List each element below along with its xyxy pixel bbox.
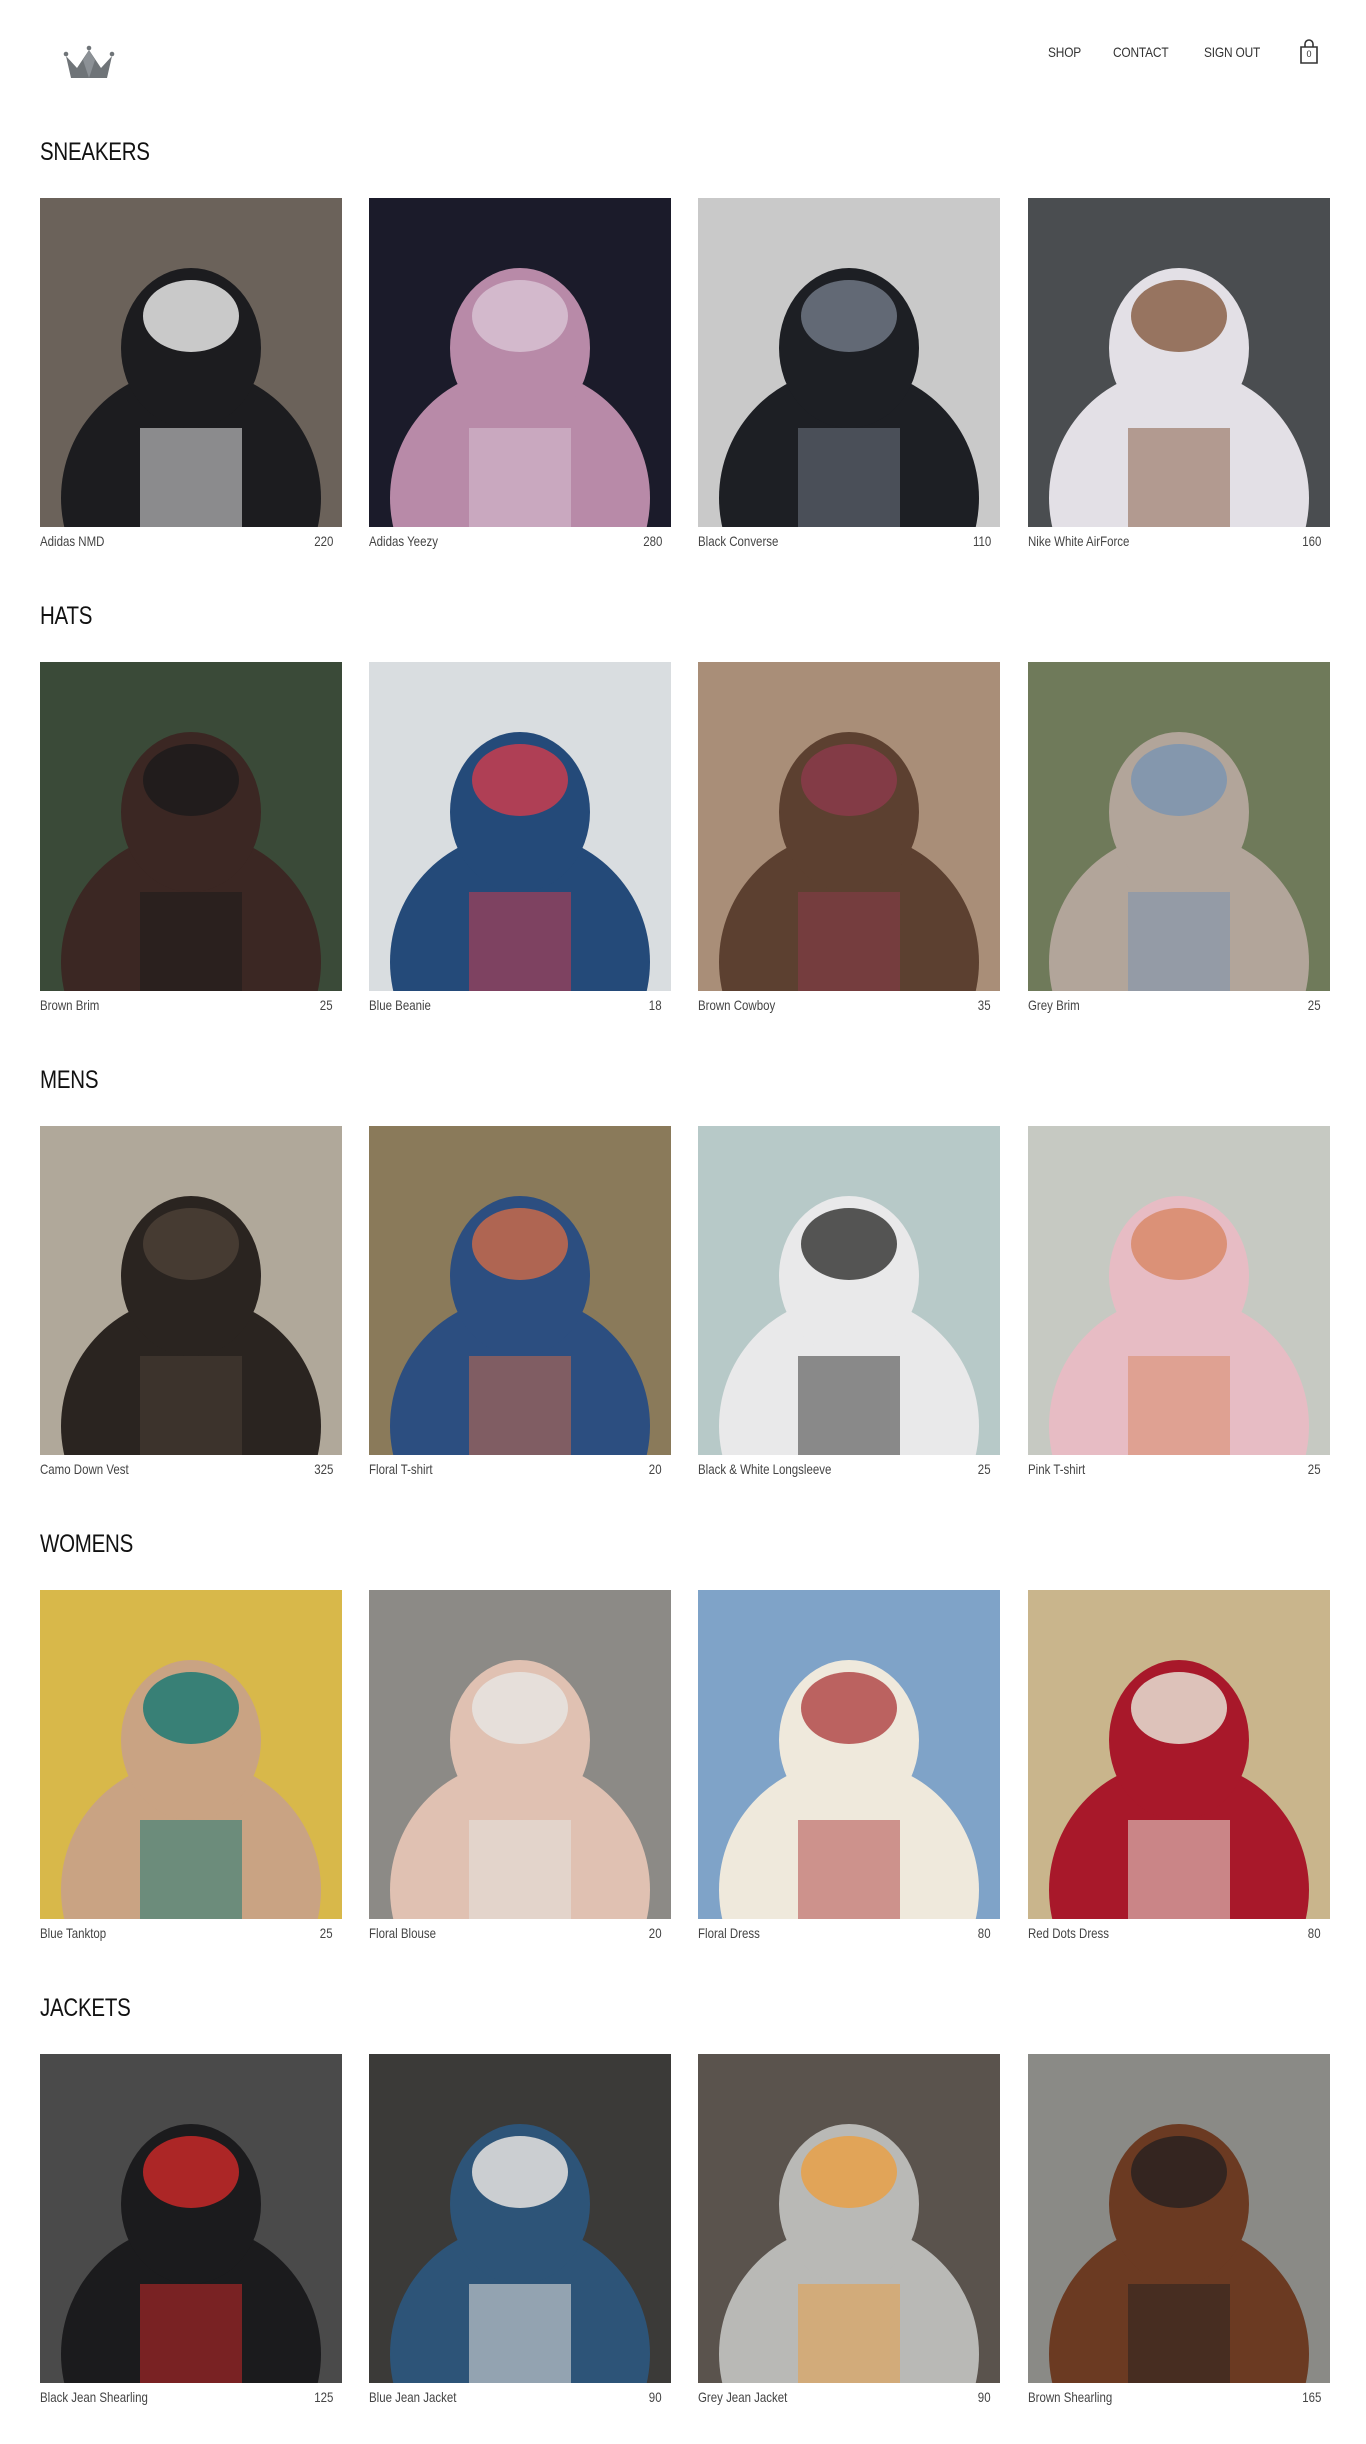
product-image [1028,662,1330,991]
product-card[interactable]: Camo Down Vest 325 [40,1126,342,1486]
product-image [698,1126,1000,1455]
product-name: Nike White AirForce [1028,533,1130,549]
nav-shop-link[interactable]: SHOP [1048,44,1081,60]
product-card[interactable]: Nike White AirForce 160 [1028,198,1330,558]
product-image [40,198,342,527]
product-card[interactable]: Floral T-shirt 20 [369,1126,671,1486]
product-grid: Camo Down Vest 325 Floral T-shirt 20 Bla… [40,1126,1330,1486]
section-title[interactable]: MENS [40,1066,98,1095]
product-card[interactable]: Adidas Yeezy 280 [369,198,671,558]
product-image [40,1590,342,1919]
product-name: Black Converse [698,533,779,549]
product-name: Black Jean Shearling [40,2389,148,2405]
product-name: Grey Jean Jacket [698,2389,788,2405]
main-nav: SHOP CONTACT SIGN OUT 0 [1048,38,1322,66]
product-price: 20 [649,1461,662,1477]
product-name: Floral T-shirt [369,1461,433,1477]
product-image [1028,198,1330,527]
product-image [369,1590,671,1919]
product-card[interactable]: Floral Blouse 20 [369,1590,671,1950]
product-name: Brown Brim [40,997,100,1013]
product-name: Adidas Yeezy [369,533,438,549]
product-grid: Blue Tanktop 25 Floral Blouse 20 Floral … [40,1590,1330,1950]
product-price: 280 [642,533,662,549]
product-image [1028,2054,1330,2383]
product-name: Brown Shearling [1028,2389,1113,2405]
product-price: 20 [649,1925,662,1941]
product-image [369,198,671,527]
product-name: Brown Cowboy [698,997,776,1013]
product-image [698,1590,1000,1919]
product-card[interactable]: Floral Dress 80 [698,1590,1000,1950]
product-price: 90 [978,2389,991,2405]
product-name: Pink T-shirt [1028,1461,1086,1477]
product-image [698,2054,1000,2383]
product-price: 80 [978,1925,991,1941]
product-card[interactable]: Black & White Longsleeve 25 [698,1126,1000,1486]
nav-signout-link[interactable]: SIGN OUT [1204,44,1260,60]
product-price: 165 [1301,2389,1321,2405]
product-image [40,2054,342,2383]
product-card[interactable]: Brown Cowboy 35 [698,662,1000,1022]
cart-item-count: 0 [1306,49,1312,59]
product-image [1028,1590,1330,1919]
product-name: Floral Dress [698,1925,760,1941]
cart-button[interactable]: 0 [1296,38,1322,66]
product-name: Blue Beanie [369,997,431,1013]
product-price: 80 [1308,1925,1321,1941]
product-price: 25 [978,1461,991,1477]
section-title[interactable]: SNEAKERS [40,138,150,167]
product-grid: Brown Brim 25 Blue Beanie 18 Brown Cowbo… [40,662,1330,1022]
product-card[interactable]: Red Dots Dress 80 [1028,1590,1330,1950]
product-card[interactable]: Grey Brim 25 [1028,662,1330,1022]
product-image [1028,1126,1330,1455]
product-image [369,1126,671,1455]
product-price: 325 [313,1461,333,1477]
product-image [369,2054,671,2383]
product-price: 90 [649,2389,662,2405]
site-header: SHOP CONTACT SIGN OUT 0 [0,0,1366,110]
product-grid: Black Jean Shearling 125 Blue Jean Jacke… [40,2054,1330,2414]
product-card[interactable]: Brown Brim 25 [40,662,342,1022]
product-card[interactable]: Blue Beanie 18 [369,662,671,1022]
product-price: 25 [320,997,333,1013]
product-price: 110 [972,533,991,549]
product-name: Camo Down Vest [40,1461,129,1477]
product-price: 25 [1308,997,1321,1013]
product-image [40,662,342,991]
product-card[interactable]: Adidas NMD 220 [40,198,342,558]
product-card[interactable]: Brown Shearling 165 [1028,2054,1330,2414]
product-card[interactable]: Black Jean Shearling 125 [40,2054,342,2414]
nav-contact-link[interactable]: CONTACT [1113,44,1169,60]
product-image [698,198,1000,527]
section-title[interactable]: JACKETS [40,1994,131,2023]
product-name: Red Dots Dress [1028,1925,1110,1941]
product-price: 35 [978,997,991,1013]
product-card[interactable]: Blue Tanktop 25 [40,1590,342,1950]
product-name: Adidas NMD [40,533,105,549]
product-name: Floral Blouse [369,1925,436,1941]
product-image [698,662,1000,991]
product-price: 25 [320,1925,333,1941]
section-title[interactable]: HATS [40,602,92,631]
product-name: Blue Tanktop [40,1925,107,1941]
crown-logo-icon[interactable] [62,42,116,84]
product-name: Blue Jean Jacket [369,2389,457,2405]
product-price: 160 [1301,533,1321,549]
product-card[interactable]: Grey Jean Jacket 90 [698,2054,1000,2414]
product-price: 220 [313,533,333,549]
product-card[interactable]: Blue Jean Jacket 90 [369,2054,671,2414]
product-image [369,662,671,991]
product-price: 125 [313,2389,333,2405]
product-name: Grey Brim [1028,997,1080,1013]
product-price: 25 [1308,1461,1321,1477]
product-name: Black & White Longsleeve [698,1461,832,1477]
product-image [40,1126,342,1455]
product-card[interactable]: Black Converse 110 [698,198,1000,558]
section-title[interactable]: WOMENS [40,1530,133,1559]
product-card[interactable]: Pink T-shirt 25 [1028,1126,1330,1486]
product-grid: Adidas NMD 220 Adidas Yeezy 280 Black Co… [40,198,1330,558]
product-price: 18 [649,997,662,1013]
